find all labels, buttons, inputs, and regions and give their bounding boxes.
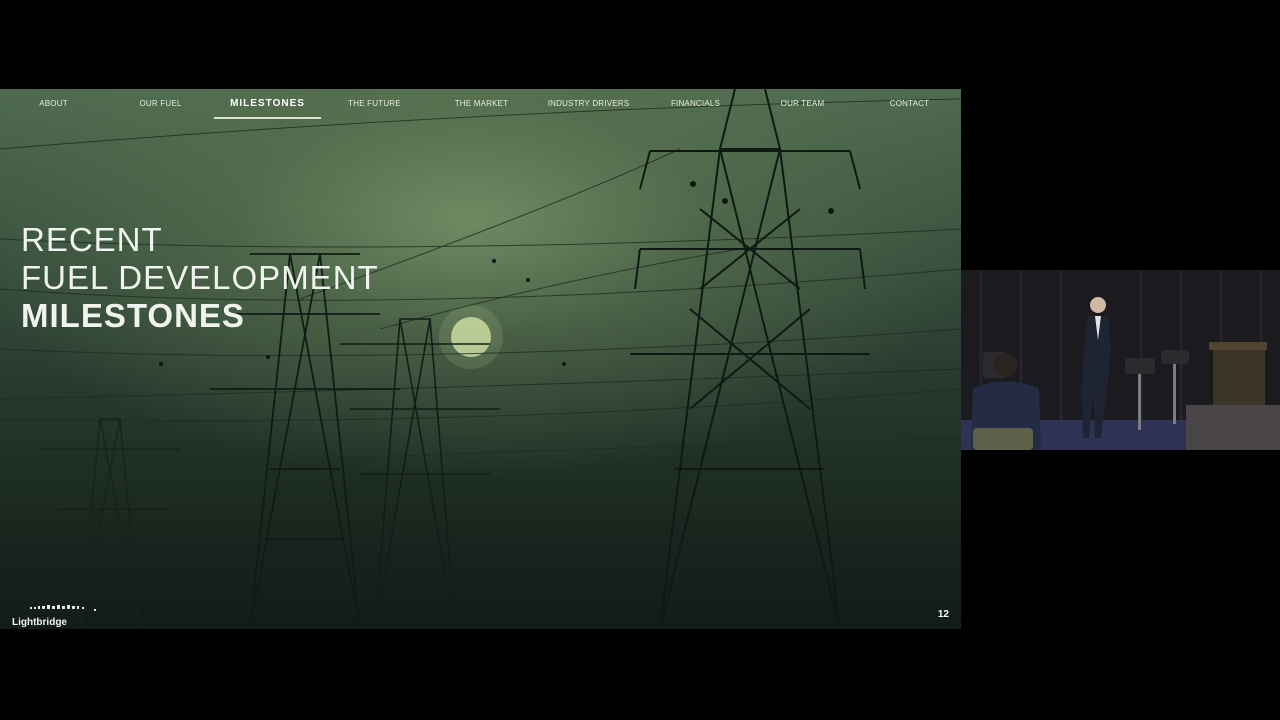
nav-our-fuel[interactable]: OUR FUEL <box>107 89 214 123</box>
presentation-slide: ABOUT OUR FUEL MILESTONES THE FUTURE THE… <box>0 89 961 629</box>
nav-our-team[interactable]: OUR TEAM <box>749 89 856 123</box>
nav-the-future[interactable]: THE FUTURE <box>321 89 428 123</box>
headline-line-3: MILESTONES <box>21 297 245 334</box>
slide-headline: RECENT FUEL DEVELOPMENT MILESTONES <box>21 221 379 335</box>
nav-financials[interactable]: FINANCIALS <box>642 89 749 123</box>
nav-milestones[interactable]: MILESTONES <box>214 89 321 123</box>
power-tower-background <box>0 89 961 629</box>
logo-text: Lightbridge <box>12 617 67 628</box>
lightbridge-logo: Lightbridge <box>12 599 98 628</box>
nav-about[interactable]: ABOUT <box>0 89 107 123</box>
nav-industry-drivers[interactable]: INDUSTRY DRIVERS <box>535 89 642 123</box>
top-navigation: ABOUT OUR FUEL MILESTONES THE FUTURE THE… <box>0 89 961 123</box>
slide-page-number: 12 <box>937 609 949 620</box>
headline-line-1: RECENT <box>21 221 163 258</box>
nav-the-market[interactable]: THE MARKET <box>428 89 535 123</box>
speaker-video-image <box>961 270 1280 450</box>
nav-contact[interactable]: CONTACT <box>856 89 961 123</box>
speaker-video-feed <box>961 270 1280 450</box>
logo-mark-icon <box>30 605 96 611</box>
headline-line-2: FUEL DEVELOPMENT <box>21 259 379 296</box>
